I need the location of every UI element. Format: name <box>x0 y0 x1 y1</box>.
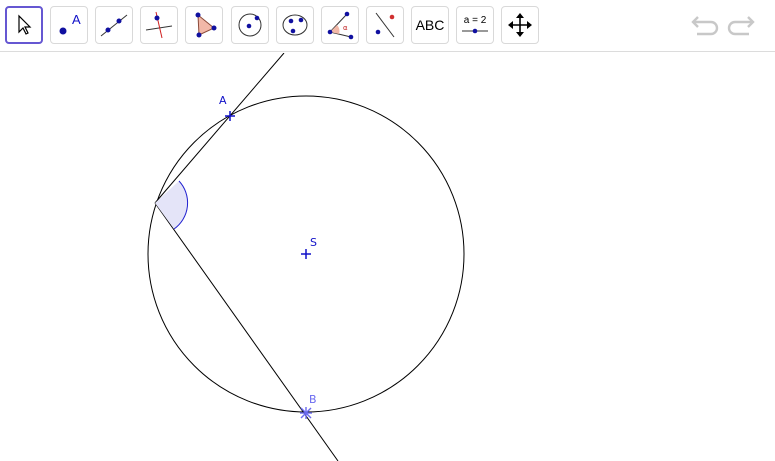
toolbar: A α ABC a = 2 <box>0 0 775 52</box>
circle-three-points-tool-button[interactable] <box>276 6 314 44</box>
line-tool-button[interactable] <box>95 6 133 44</box>
polygon-tool-button[interactable] <box>185 6 223 44</box>
svg-text:a = 2: a = 2 <box>464 15 487 26</box>
svg-text:α: α <box>343 24 348 32</box>
line-through-a[interactable] <box>154 53 285 204</box>
point-s-label: S <box>310 236 317 249</box>
circle-three-points-icon <box>282 14 308 36</box>
slider-icon: a = 2 <box>462 15 488 34</box>
reflect-tool-button[interactable] <box>366 6 404 44</box>
svg-text:A: A <box>72 12 81 27</box>
text-tool-button[interactable]: ABC <box>411 6 449 44</box>
reflect-about-line-icon <box>375 12 395 38</box>
graphics-view[interactable]: A S B <box>0 53 775 461</box>
undo-icon <box>691 16 719 36</box>
circle-center-point-tool-button[interactable] <box>231 6 269 44</box>
perpendicular-tool-button[interactable] <box>140 6 178 44</box>
move-graphics-view-icon <box>508 13 532 37</box>
slider-tool-button[interactable]: a = 2 <box>456 6 494 44</box>
angle-sector[interactable] <box>155 181 188 229</box>
point-icon: A <box>59 12 81 35</box>
move-graphics-view-tool-button[interactable] <box>501 6 539 44</box>
circle-center-point-icon <box>238 13 262 37</box>
angle-tool-button[interactable]: α <box>321 6 359 44</box>
move-arrow-icon <box>18 14 32 35</box>
point-b[interactable] <box>300 407 312 419</box>
redo-icon <box>727 16 755 36</box>
point-s[interactable] <box>301 249 311 259</box>
redo-button[interactable] <box>726 12 758 40</box>
text-icon: ABC <box>415 17 445 33</box>
move-tool-button[interactable] <box>5 6 43 44</box>
point-tool-button[interactable]: A <box>50 6 88 44</box>
point-b-label: B <box>309 393 317 406</box>
line-through-two-points-icon <box>100 14 128 37</box>
point-a-label: A <box>219 94 227 107</box>
polygon-icon <box>195 12 217 38</box>
angle-icon: α <box>327 11 354 40</box>
perpendicular-line-icon <box>145 11 173 39</box>
undo-button[interactable] <box>688 12 720 40</box>
